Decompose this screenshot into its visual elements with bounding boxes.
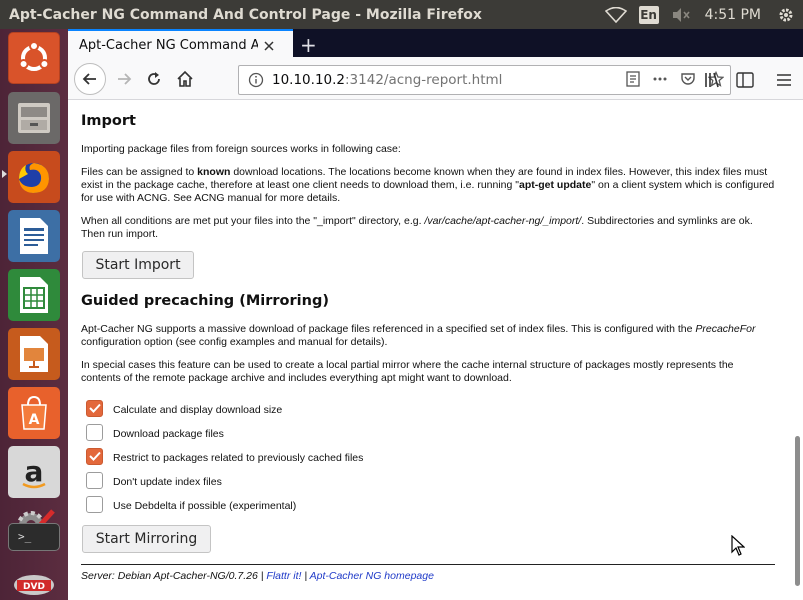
checkmark-icon [88,403,101,413]
flattr-link[interactable]: Flattr it! [266,570,301,582]
close-tab-icon[interactable] [262,39,276,53]
keyboard-layout-indicator[interactable]: En [638,5,659,24]
precachefor-option: PrecacheFor [695,323,756,335]
back-button[interactable] [74,63,106,95]
option-download-package-files[interactable]: Download package files [81,423,224,441]
mouse-cursor-icon [731,535,745,556]
ubuntu-software-icon[interactable]: A [8,387,60,439]
forward-arrow-icon [118,73,132,85]
option-dont-update-index[interactable]: Don't update index files [81,471,222,489]
home-icon [177,70,193,87]
mirroring-text-a: Apt-Cacher NG supports a massive downloa… [81,323,696,335]
tab-acng[interactable]: Apt-Cacher NG Command And Control Page [68,29,293,60]
firefox-running-indicator [2,170,7,178]
option-calc-download-size[interactable]: Calculate and display download size [81,399,282,417]
tab-label: Apt-Cacher NG Command And Control Page [79,38,258,53]
checkbox-unchecked[interactable] [86,423,103,441]
known-emphasis: known [197,166,231,178]
firefox-icon[interactable] [8,151,60,203]
sidebar-toggle-icon[interactable] [736,72,754,88]
library-icon[interactable] [704,72,722,88]
page-content: Import Importing package files from fore… [68,100,803,600]
checkbox-unchecked[interactable] [86,471,103,489]
unity-launcher: A a >_ DVD [0,29,68,600]
option-label: Don't update index files [113,476,222,488]
homepage-link[interactable]: Apt-Cacher NG homepage [310,570,434,582]
firefox-window: Apt-Cacher NG Command And Control Page +… [68,29,803,600]
svg-text:DVD: DVD [23,582,45,592]
start-import-button[interactable]: Start Import [82,251,194,279]
svg-text:A: A [29,412,40,428]
url-bar[interactable]: 10.10.10.2:3142/acng-report.html [238,65,731,95]
mirroring-heading: Guided precaching (Mirroring) [81,293,329,309]
libreoffice-impress-icon[interactable] [8,328,60,380]
home-button[interactable] [169,63,201,95]
ubuntu-dash-icon[interactable] [8,32,60,84]
mirroring-text-c: configuration option (see config example… [81,336,388,348]
reload-button[interactable] [138,63,170,95]
volume-muted-icon[interactable] [671,7,691,23]
url-host: 10.10.10.2 [272,72,345,88]
window-title: Apt-Cacher NG Command And Control Page -… [9,6,482,23]
server-version: Server: Debian Apt-Cacher-NG/0.7.26 | [81,570,267,582]
svg-text:a: a [25,455,44,488]
footer-separator: | [301,570,310,582]
amazon-icon[interactable]: a [8,446,60,498]
hamburger-menu-icon[interactable] [776,72,792,88]
forward-button[interactable] [108,63,140,95]
option-label: Use Debdelta if possible (experimental) [113,500,297,512]
page-footer: Server: Debian Apt-Cacher-NG/0.7.26 | Fl… [81,564,775,582]
terminal-icon[interactable]: >_ [8,523,60,551]
new-tab-button[interactable]: + [300,33,317,57]
system-menu-gear-icon[interactable] [777,6,795,24]
start-mirroring-button[interactable]: Start Mirroring [82,525,211,553]
checkmark-icon [88,451,101,461]
import-cond-a: When all conditions are met put your fil… [81,215,425,227]
import-conditions-paragraph: When all conditions are met put your fil… [81,215,775,241]
option-label: Download package files [113,428,224,440]
pocket-icon[interactable] [680,71,696,87]
url-path: :3142/acng-report.html [345,72,503,88]
option-restrict-cached[interactable]: Restrict to packages related to previous… [81,447,363,465]
reader-view-icon[interactable] [626,71,640,87]
apt-get-update-emphasis: apt-get update [519,179,592,191]
site-info-icon[interactable] [248,72,264,88]
import-text-a: Files can be assigned to [81,166,198,178]
checkbox-checked[interactable] [86,399,103,417]
option-use-debdelta[interactable]: Use Debdelta if possible (experimental) [81,495,296,513]
import-intro: Importing package files from foreign sou… [81,143,401,155]
dvd-icon[interactable]: DVD [8,559,60,600]
files-icon[interactable] [8,92,60,144]
option-label: Restrict to packages related to previous… [113,452,364,464]
svg-text:>_: >_ [18,530,32,543]
back-arrow-icon [82,73,96,85]
import-heading: Import [81,113,136,129]
reload-icon [148,72,160,85]
clock[interactable]: 4:51 PM [705,7,761,23]
page-actions-icon[interactable] [652,71,668,87]
wifi-icon[interactable] [604,6,627,23]
tab-bar: Apt-Cacher NG Command And Control Page + [68,29,803,60]
import-dir-path: /var/cache/apt-cacher-ng/_import/ [424,215,582,227]
libreoffice-calc-icon[interactable] [8,269,60,321]
checkbox-unchecked[interactable] [86,495,103,513]
mirroring-special-cases: In special cases this feature can be use… [81,359,734,384]
navigation-toolbar: 10.10.10.2:3142/acng-report.html [68,60,803,100]
top-panel: Apt-Cacher NG Command And Control Page -… [0,0,803,29]
scrollbar-thumb[interactable] [795,436,800,586]
checkbox-checked[interactable] [86,447,103,465]
option-label: Calculate and display download size [113,404,283,416]
vertical-scrollbar[interactable] [793,100,803,600]
mirroring-intro: Apt-Cacher NG supports a massive downloa… [81,323,775,349]
libreoffice-writer-icon[interactable] [8,210,60,262]
import-known-paragraph: Files can be assigned to known download … [81,166,775,205]
